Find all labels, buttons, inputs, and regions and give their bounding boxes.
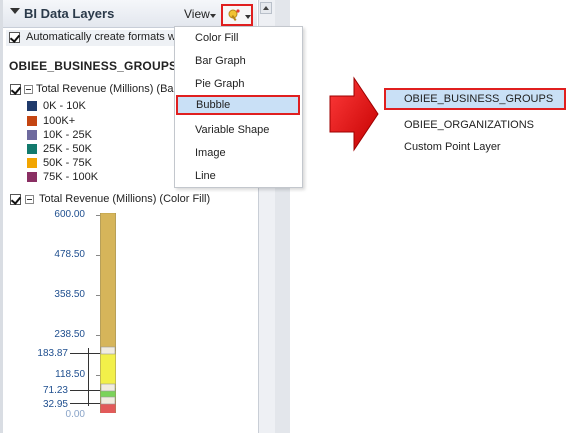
bubble-submenu: OBIEE_BUSINESS_GROUPS OBIEE_ORGANIZATION… (384, 88, 566, 164)
menu-item-pie-graph[interactable]: Pie Graph (175, 74, 300, 94)
panel-title: BI Data Layers (24, 6, 115, 21)
handle-connector (70, 403, 100, 404)
scale-tick-label: 238.50 (54, 329, 85, 340)
bar-layer-title: Total Revenue (Millions) (Bar (36, 83, 178, 95)
submenu-item-organizations[interactable]: OBIEE_ORGANIZATIONS (384, 114, 566, 136)
submenu-item-label: OBIEE_BUSINESS_GROUPS (404, 93, 554, 105)
scale-tick-label: 71.23 (42, 385, 68, 396)
color-fill-layer-title: Total Revenue (Millions) (Color Fill) (39, 193, 211, 205)
menu-item-variable-shape[interactable]: Variable Shape (175, 120, 300, 140)
legend-swatch (27, 172, 37, 182)
scale-tick-label: 358.50 (54, 289, 85, 300)
arrow-up-icon (263, 6, 269, 10)
scale-tick-label: 183.87 (37, 348, 68, 359)
layer-group-name: OBIEE_BUSINESS_GROUPS (9, 59, 178, 73)
chevron-down-icon[interactable] (210, 14, 216, 18)
scale-tick-label: 478.50 (54, 249, 85, 260)
scale-tick (96, 375, 100, 376)
panel-left-border (0, 0, 3, 433)
scale-tick (96, 255, 100, 256)
handle-connector (70, 353, 100, 354)
legend-swatch (27, 130, 37, 140)
scale-slider-handle (100, 396, 116, 405)
add-layer-icon (228, 9, 240, 22)
menu-item-label: Pie Graph (195, 78, 245, 90)
panel-titlebar: BI Data Layers View (3, 0, 257, 28)
scroll-up-button[interactable] (260, 2, 272, 14)
legend-label: 50K - 75K (43, 157, 92, 169)
menu-item-label: Image (195, 147, 226, 159)
chevron-down-icon[interactable] (245, 15, 251, 19)
legend-label: 75K - 100K (43, 171, 99, 183)
collapse-minus-icon[interactable] (25, 195, 34, 204)
menu-item-label: Line (195, 170, 216, 182)
scale-tick (96, 295, 100, 296)
right-arrow-icon (329, 76, 379, 152)
scale-tick-label: 600.00 (54, 209, 85, 220)
legend-label: 25K - 50K (43, 143, 92, 155)
menu-item-label: Bubble (196, 99, 231, 111)
legend-label: 10K - 25K (43, 129, 92, 141)
submenu-item-custom-point-layer[interactable]: Custom Point Layer (384, 136, 566, 158)
scale-tick (96, 335, 100, 336)
add-layer-button[interactable] (221, 4, 253, 26)
menu-item-line[interactable]: Line (175, 166, 300, 186)
menu-item-label: Color Fill (195, 32, 239, 44)
menu-item-color-fill[interactable]: Color Fill (175, 28, 300, 48)
scale-tick (96, 215, 100, 216)
submenu-item-label: Custom Point Layer (404, 141, 501, 153)
legend-swatch (27, 144, 37, 154)
menu-item-bubble[interactable]: Bubble (176, 95, 300, 115)
scale-tick-label: 0.00 (65, 409, 85, 420)
view-menu-button[interactable]: View (184, 7, 210, 21)
menu-item-image[interactable]: Image (175, 143, 300, 163)
collapse-minus-icon[interactable] (24, 85, 33, 94)
submenu-item-label: OBIEE_ORGANIZATIONS (404, 119, 534, 131)
menu-item-label: Bar Graph (195, 55, 246, 67)
legend-swatch (27, 158, 37, 168)
collapse-icon[interactable] (10, 8, 20, 14)
legend-label: 0K - 10K (43, 100, 86, 112)
auto-create-checkbox[interactable] (9, 32, 21, 43)
scale-tick-label: 118.50 (55, 369, 85, 380)
bar-layer-checkbox[interactable] (10, 84, 22, 95)
legend-label: 100K+ (43, 115, 76, 127)
add-layer-menu: Color Fill Bar Graph Pie Graph Bubble Va… (174, 26, 303, 188)
auto-create-label: Automatically create formats w (26, 31, 176, 43)
color-fill-layer-checkbox[interactable] (10, 194, 22, 205)
legend-swatch (27, 101, 37, 111)
menu-item-bar-graph[interactable]: Bar Graph (175, 51, 300, 71)
color-fill-scale (100, 213, 116, 413)
scale-slider-handle (100, 383, 116, 392)
submenu-item-business-groups[interactable]: OBIEE_BUSINESS_GROUPS (384, 88, 566, 110)
legend-swatch (27, 116, 37, 126)
handle-connector (88, 348, 89, 406)
scale-slider-handle (100, 346, 116, 355)
menu-item-label: Variable Shape (195, 124, 270, 136)
handle-connector (70, 390, 100, 391)
